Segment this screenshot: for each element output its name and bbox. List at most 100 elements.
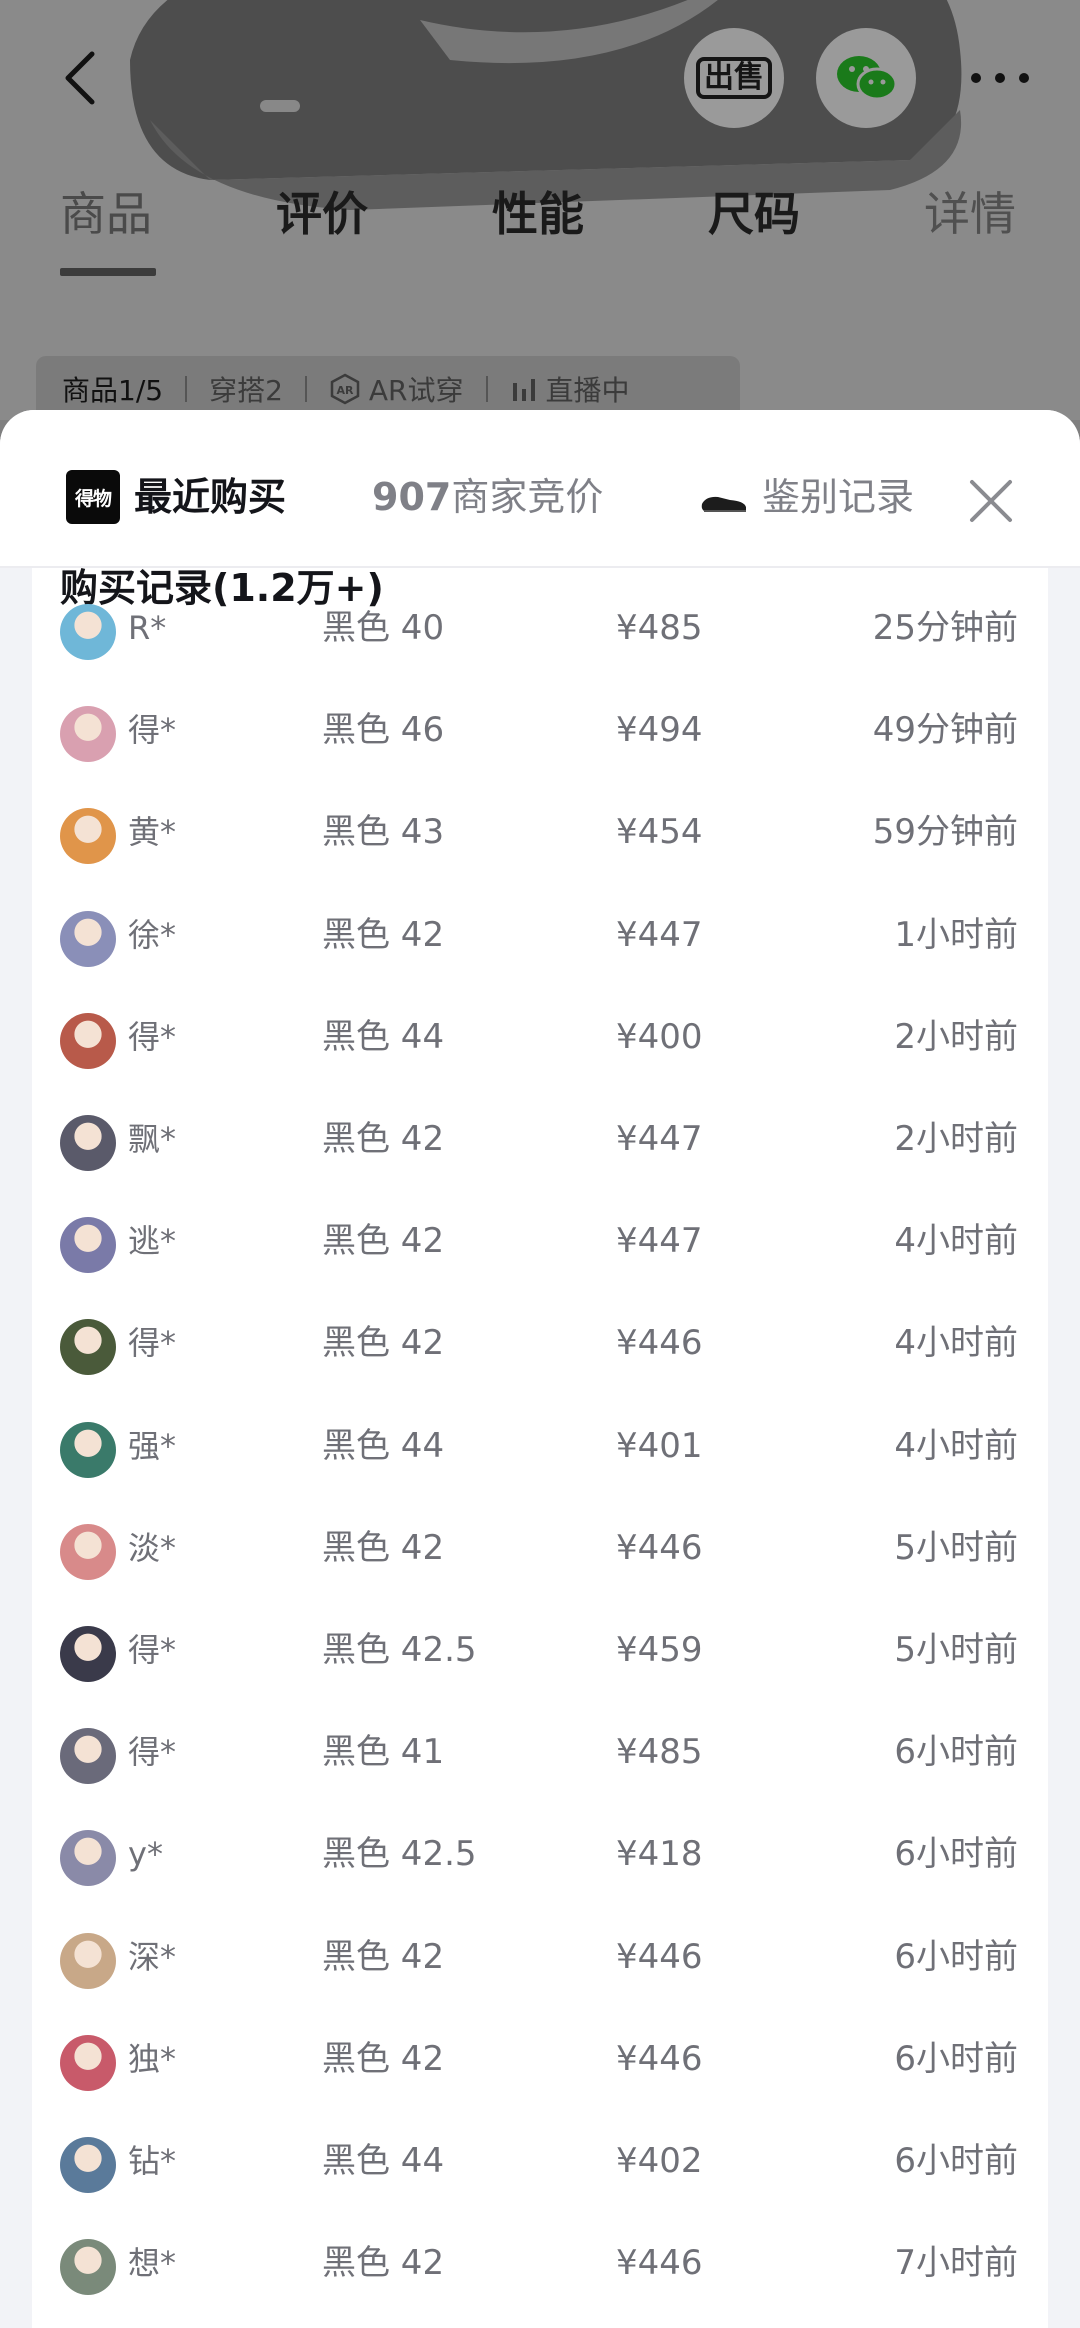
size-color-spec: 黑色 44	[322, 1016, 445, 1057]
tab-size[interactable]: 尺码	[708, 178, 800, 244]
chip-product-images[interactable]: 商品1/5	[62, 369, 163, 409]
size-color-spec: 黑色 42	[322, 1119, 445, 1159]
buyer-name: y*	[128, 1835, 163, 1874]
purchase-time: 4小时前	[894, 1221, 1018, 1262]
buyer-name: 得*	[128, 1324, 177, 1363]
size-color-spec: 黑色 42	[322, 2038, 445, 2079]
purchase-price: ¥485	[616, 608, 703, 648]
size-color-spec: 黑色 42	[322, 1936, 445, 1977]
user-avatar	[60, 808, 116, 865]
user-avatar	[60, 1421, 116, 1478]
sell-label: 出售	[696, 57, 772, 99]
purchase-record-row: 黄* 黑色 43 ¥454 59分钟前	[32, 786, 1048, 888]
purchase-time: 25分钟前	[872, 608, 1018, 648]
size-color-spec: 黑色 42	[322, 1323, 445, 1364]
purchase-price: ¥454	[616, 812, 703, 853]
user-avatar	[60, 910, 116, 967]
size-color-spec: 黑色 40	[322, 608, 445, 648]
buyer-name: 得*	[128, 1733, 177, 1772]
chip-ar-tryon[interactable]: AR AR试穿	[329, 369, 464, 409]
chevron-left-icon	[65, 51, 95, 105]
live-label: 直播中	[545, 374, 630, 407]
tab-details[interactable]: 详情	[924, 178, 1016, 244]
chip-divider	[304, 376, 307, 402]
active-tab-indicator	[60, 268, 156, 276]
back-button[interactable]	[30, 28, 130, 128]
purchase-record-list[interactable]: 购买记录(1.2万+) R* 黑色 40 ¥485 25分钟前 得* 黑色 46 ¥494 4…	[32, 560, 1048, 2328]
purchase-time: 5小时前	[894, 1527, 1018, 1568]
purchase-record-row: y* 黑色 42.5 ¥418 6小时前	[32, 1808, 1048, 1910]
buyer-name: 深*	[128, 1937, 177, 1976]
wechat-share-button[interactable]	[816, 28, 916, 128]
user-avatar	[60, 1523, 116, 1580]
purchase-record-row: 逃* 黑色 42 ¥447 4小时前	[32, 1195, 1048, 1297]
purchase-record-row: 深* 黑色 42 ¥446 6小时前	[32, 1911, 1048, 2013]
purchase-time: 2小时前	[894, 1119, 1018, 1159]
more-button[interactable]	[950, 28, 1050, 128]
user-avatar	[60, 2034, 116, 2091]
user-avatar	[60, 1728, 116, 1785]
user-avatar	[60, 1626, 116, 1682]
user-avatar	[60, 706, 116, 763]
purchase-price: ¥494	[616, 710, 703, 751]
buyer-name: 飘*	[128, 1120, 177, 1158]
wechat-icon	[837, 56, 898, 101]
size-color-spec: 黑色 42.5	[322, 1630, 477, 1670]
size-color-spec: 黑色 42	[322, 2243, 445, 2284]
buyer-name: 淡*	[128, 1528, 177, 1567]
chip-live[interactable]: 直播中	[510, 369, 630, 409]
purchase-time: 2小时前	[894, 1016, 1018, 1057]
size-color-spec: 黑色 42	[322, 1221, 445, 1262]
user-avatar	[60, 604, 116, 660]
buyer-name: 得*	[128, 1631, 177, 1669]
purchase-time: 6小时前	[894, 1834, 1018, 1875]
purchase-time: 4小时前	[894, 1425, 1018, 1466]
tab-authentication-records[interactable]: 鉴别记录	[762, 472, 914, 522]
purchase-price: ¥446	[616, 2243, 703, 2284]
purchase-record-row: 强* 黑色 44 ¥401 4小时前	[32, 1400, 1048, 1502]
purchase-price: ¥446	[616, 1323, 703, 1364]
bidding-count: 907	[372, 475, 452, 519]
purchase-price: ¥459	[616, 1630, 703, 1670]
purchase-time: 6小时前	[894, 1732, 1018, 1773]
buyer-name: 得*	[128, 1017, 177, 1056]
purchase-time: 6小时前	[894, 1936, 1018, 1977]
size-color-spec: 黑色 46	[322, 710, 445, 751]
ar-icon: AR	[330, 373, 360, 405]
purchase-price: ¥402	[616, 2141, 703, 2181]
more-dots-icon	[971, 73, 1029, 83]
product-page-background: 出售 商品 评价 性能 尺码 详情 商品1/5 穿搭2 AR AR试穿 直播中	[0, 0, 1080, 420]
user-avatar	[60, 1319, 116, 1376]
tab-recent-purchases[interactable]: 最近购买	[134, 472, 286, 522]
purchase-record-row: R* 黑色 40 ¥485 25分钟前	[32, 582, 1048, 684]
tab-performance[interactable]: 性能	[492, 178, 584, 244]
chip-outfits[interactable]: 穿搭2	[209, 369, 283, 409]
chip-divider	[485, 376, 488, 402]
purchase-record-row: 钻* 黑色 44 ¥402 6小时前	[32, 2115, 1048, 2217]
size-color-spec: 黑色 44	[322, 2141, 445, 2181]
purchase-price: ¥446	[616, 2038, 703, 2079]
purchase-time: 59分钟前	[872, 812, 1018, 853]
purchase-record-row: 独* 黑色 42 ¥446 6小时前	[32, 2013, 1048, 2115]
shoe-icon	[701, 496, 746, 512]
purchase-time: 6小时前	[894, 2141, 1018, 2181]
size-color-spec: 黑色 42	[322, 1527, 445, 1568]
tab-reviews[interactable]: 评价	[276, 178, 368, 244]
buyer-name: 独*	[128, 2039, 177, 2078]
user-avatar	[60, 2239, 116, 2296]
sell-button[interactable]: 出售	[684, 28, 784, 128]
purchase-price: ¥446	[616, 1527, 703, 1568]
tab-product[interactable]: 商品	[60, 178, 152, 244]
user-avatar	[60, 1830, 116, 1887]
purchase-record-row: 得* 黑色 46 ¥494 49分钟前	[32, 684, 1048, 786]
sheet-header: 得物 最近购买 907商家竞价 鉴别记录	[0, 410, 1080, 568]
purchase-price: ¥418	[616, 1834, 703, 1875]
purchase-time: 6小时前	[894, 2038, 1018, 2079]
tab-merchant-bidding[interactable]: 907商家竞价	[372, 472, 603, 522]
user-avatar	[60, 1932, 116, 1989]
purchase-price: ¥447	[616, 1119, 703, 1159]
purchase-price: ¥485	[616, 1732, 703, 1773]
buyer-name: 徐*	[128, 915, 177, 954]
close-icon[interactable]	[966, 476, 1016, 526]
buyer-name: 强*	[128, 1426, 177, 1465]
